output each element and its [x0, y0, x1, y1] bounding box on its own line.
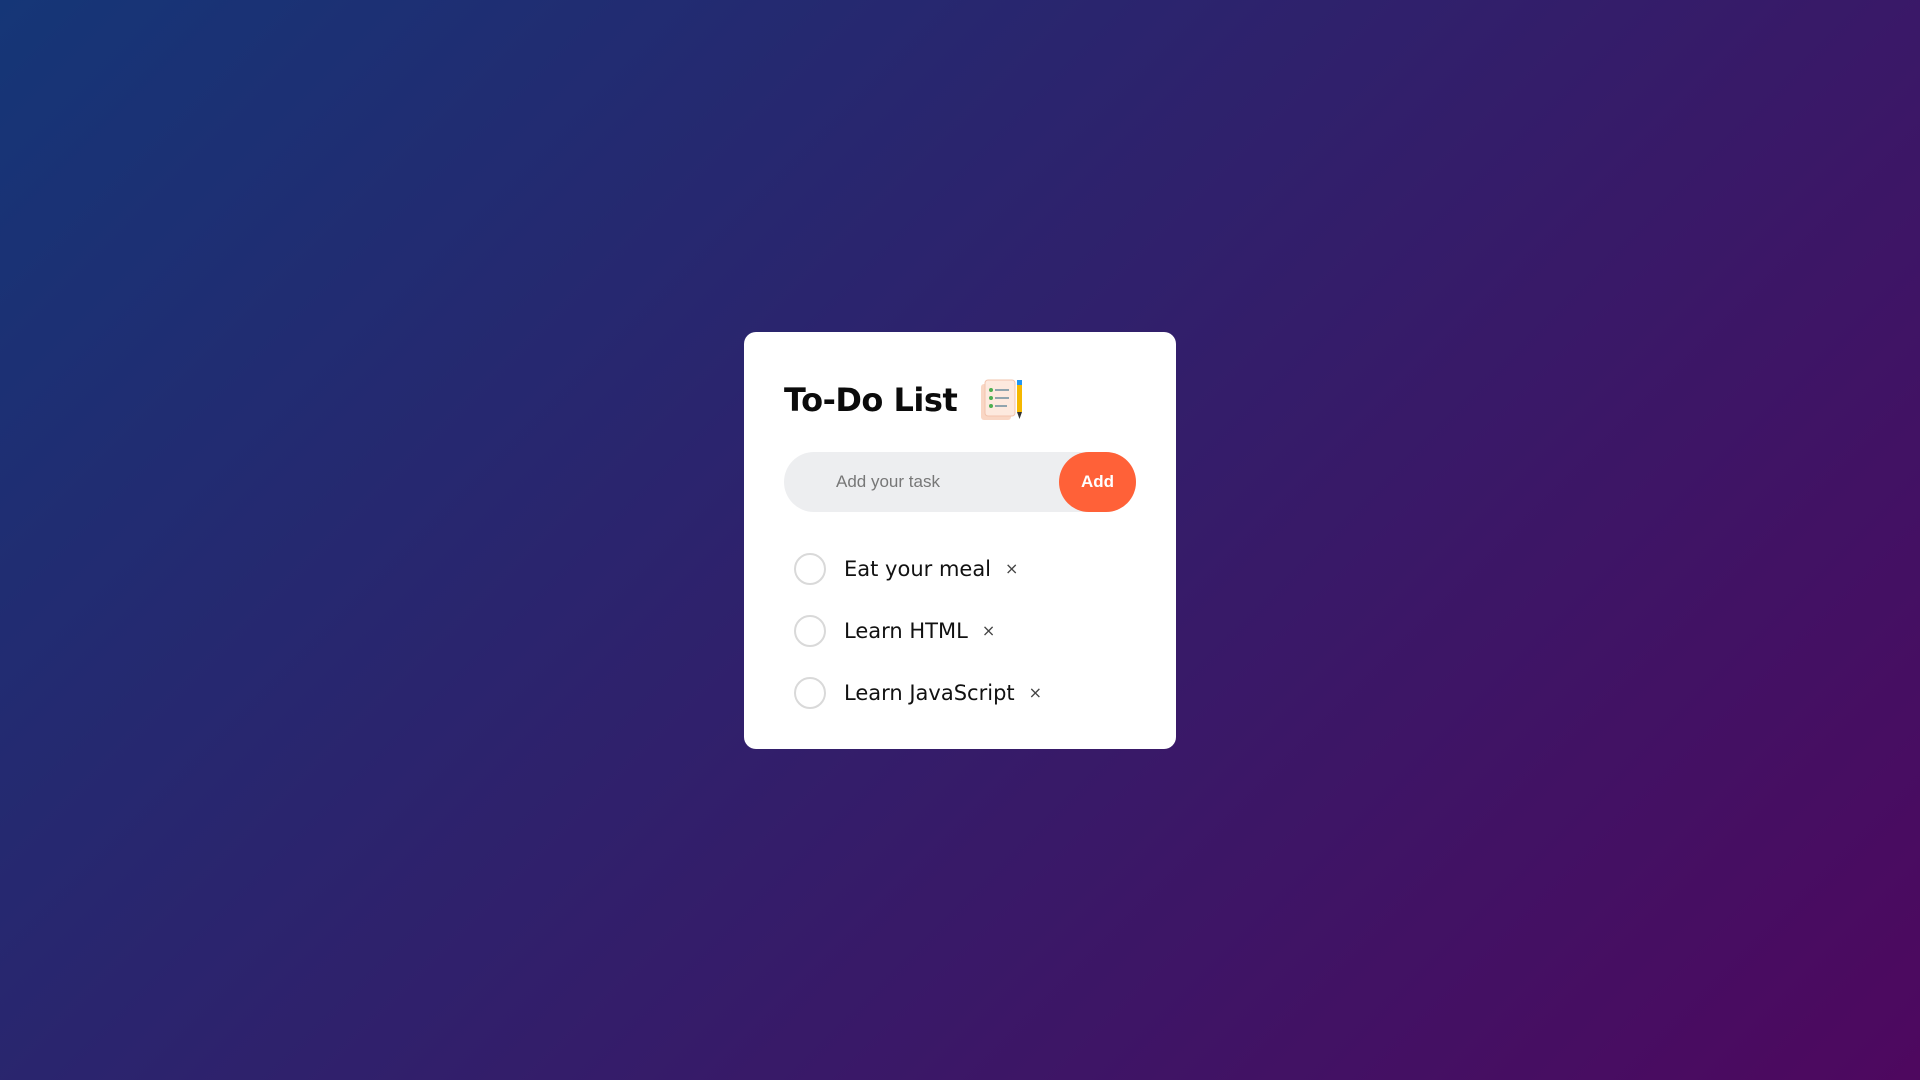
task-item-eat-your-meal[interactable]: Eat your meal ×	[784, 538, 1136, 600]
notepad-pencil-icon	[979, 378, 1025, 422]
task-list: Eat your meal × Learn HTML × Learn JavaS…	[784, 538, 1136, 724]
task-input[interactable]	[784, 451, 1059, 513]
task-checkbox[interactable]	[794, 553, 826, 585]
task-item-learn-javascript[interactable]: Learn JavaScript ×	[784, 662, 1136, 724]
close-icon[interactable]: ×	[1005, 561, 1018, 577]
todo-app-card: To-Do List Add Eat your meal ×	[744, 332, 1176, 749]
task-checkbox[interactable]	[794, 615, 826, 647]
task-label: Learn HTML	[844, 619, 968, 643]
task-item-learn-html[interactable]: Learn HTML ×	[784, 600, 1136, 662]
close-icon[interactable]: ×	[982, 623, 995, 639]
task-label: Learn JavaScript	[844, 681, 1015, 705]
close-icon[interactable]: ×	[1029, 685, 1042, 701]
task-input-row: Add	[784, 451, 1136, 513]
header: To-Do List	[784, 372, 1136, 428]
task-label: Eat your meal	[844, 557, 992, 581]
app-title: To-Do List	[784, 381, 958, 419]
task-checkbox[interactable]	[794, 677, 826, 709]
add-button[interactable]: Add	[1059, 452, 1136, 512]
